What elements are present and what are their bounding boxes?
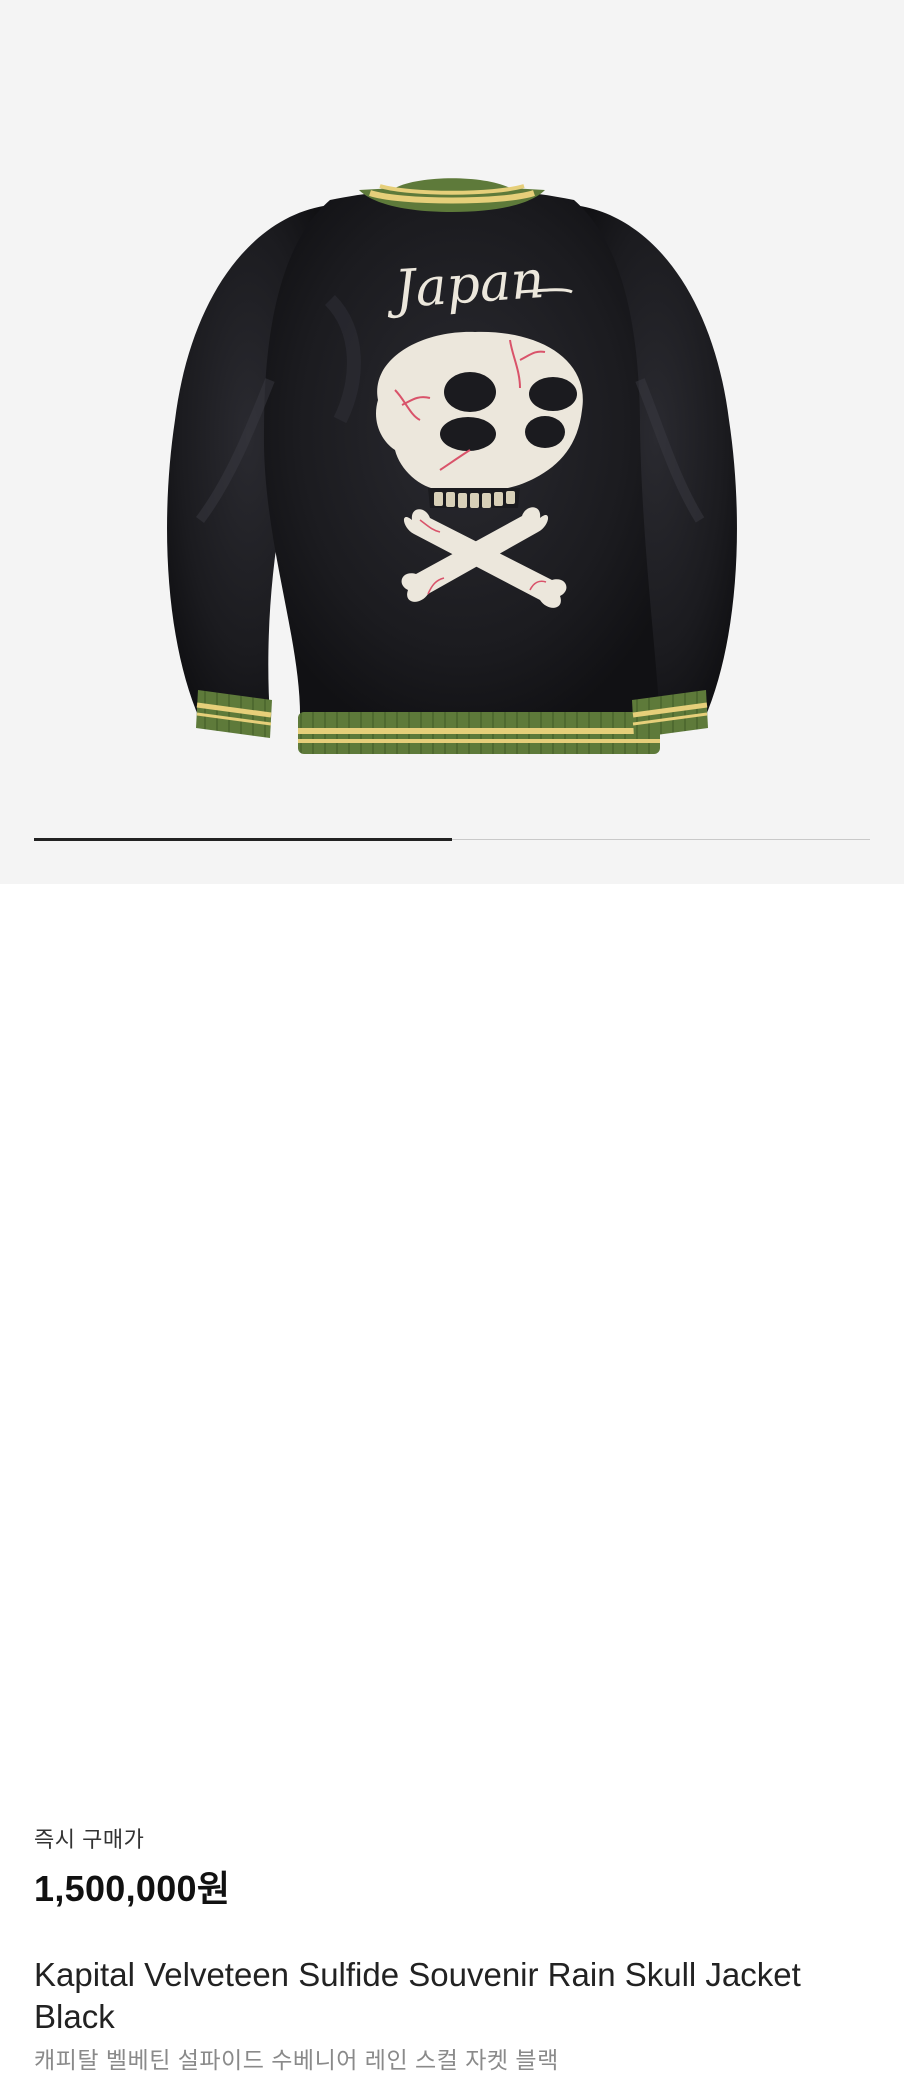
product-title-korean: 캐피탈 벨베틴 설파이드 수베니어 레인 스컬 자켓 블랙 <box>34 2047 559 2073</box>
price-label: 즉시 구매가 <box>34 1827 145 1852</box>
product-image[interactable]: Japan <box>0 0 904 884</box>
product-title-english: Kapital Velveteen Sulfide Souvenir Rain … <box>34 1956 801 2035</box>
carousel-progress-fill <box>34 838 452 841</box>
jacket-illustration: Japan <box>167 178 737 754</box>
carousel-progress-indicator <box>34 838 870 841</box>
product-image-gallery[interactable]: Japan <box>0 0 904 884</box>
embroidery-script-text: Japan <box>384 250 546 321</box>
price-value: 1,500,000원 <box>34 1868 231 1909</box>
